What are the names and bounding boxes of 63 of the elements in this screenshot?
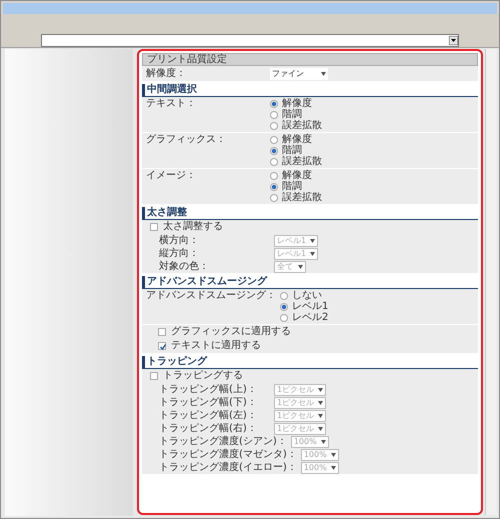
checkbox-label: テキストに適用する: [171, 340, 261, 352]
caret-icon: [318, 426, 324, 430]
field-label: 横方向：: [159, 234, 200, 246]
scrollbar[interactable]: [485, 49, 497, 515]
radio-button[interactable]: [270, 122, 278, 130]
caret-icon: [320, 440, 326, 444]
field-label: トラッピング幅(上)：: [159, 384, 258, 396]
dropdown-arrow-icon: [449, 36, 458, 45]
option-label: しない: [292, 290, 322, 302]
field-label: トラッピング濃度(イエロー)：: [159, 462, 297, 474]
radio-button[interactable]: [280, 292, 288, 300]
option-label: 誤差拡散: [282, 192, 322, 204]
field-label: トラッピング幅(右)：: [159, 422, 258, 434]
caret-icon: [318, 400, 324, 404]
checkbox[interactable]: [158, 342, 166, 350]
radio-button[interactable]: [270, 100, 278, 108]
field-label: テキスト：: [146, 98, 197, 111]
field-label: 縦方向：: [159, 248, 200, 260]
checkbox-label: 太さ調整する: [163, 221, 223, 233]
radio-button[interactable]: [270, 182, 278, 190]
field-label: トラッピング幅(下)：: [159, 396, 258, 408]
radio-button[interactable]: [270, 136, 278, 144]
option-label: 解像度: [282, 134, 312, 144]
dropdown[interactable]: ファイン: [270, 68, 328, 80]
radio-button[interactable]: [280, 302, 288, 310]
radio-button[interactable]: [270, 146, 278, 154]
checkbox[interactable]: [158, 328, 166, 336]
panel-title: プリント品質設定: [142, 53, 478, 66]
caret-icon: [318, 388, 324, 392]
checkbox[interactable]: [150, 372, 158, 380]
caret-icon: [298, 264, 303, 268]
radio-button[interactable]: [270, 194, 278, 202]
option-label: 解像度: [282, 170, 312, 180]
field-label: 解像度：: [146, 68, 187, 80]
option-label: レベル1: [292, 300, 328, 312]
option-label: 階調: [282, 180, 302, 192]
caret-icon: [321, 72, 326, 76]
option-label: 誤差拡散: [282, 120, 322, 132]
field-label: トラッピング幅(左)：: [159, 410, 258, 422]
caret-icon: [330, 452, 336, 456]
option-label: 階調: [282, 144, 302, 156]
radio-button[interactable]: [280, 314, 288, 322]
caret-icon: [330, 466, 336, 470]
caret-icon: [310, 252, 316, 256]
option-label: 階調: [282, 108, 302, 120]
radio-button[interactable]: [270, 172, 278, 180]
field-label: イメージ：: [146, 170, 197, 183]
option-label: 誤差拡散: [282, 156, 322, 168]
radio-button[interactable]: [270, 158, 278, 166]
field-label: 対象の色：: [159, 260, 210, 272]
field-label: グラフィックス：: [146, 134, 227, 147]
field-label: トラッピング濃度(シアン)：: [159, 436, 287, 448]
radio-button[interactable]: [270, 110, 278, 118]
field-label: トラッピング濃度(マゼンタ)：: [159, 448, 297, 460]
option-label: レベル2: [292, 312, 328, 324]
caret-icon: [318, 414, 324, 418]
checkbox-label: グラフィックスに適用する: [171, 326, 291, 338]
field-label: アドバンスドスムージング：: [146, 290, 276, 303]
checkbox[interactable]: [150, 223, 158, 231]
option-label: 解像度: [282, 98, 312, 108]
caret-icon: [310, 238, 316, 242]
address-combo[interactable]: [41, 34, 459, 47]
checkbox-label: トラッピングする: [163, 370, 243, 382]
